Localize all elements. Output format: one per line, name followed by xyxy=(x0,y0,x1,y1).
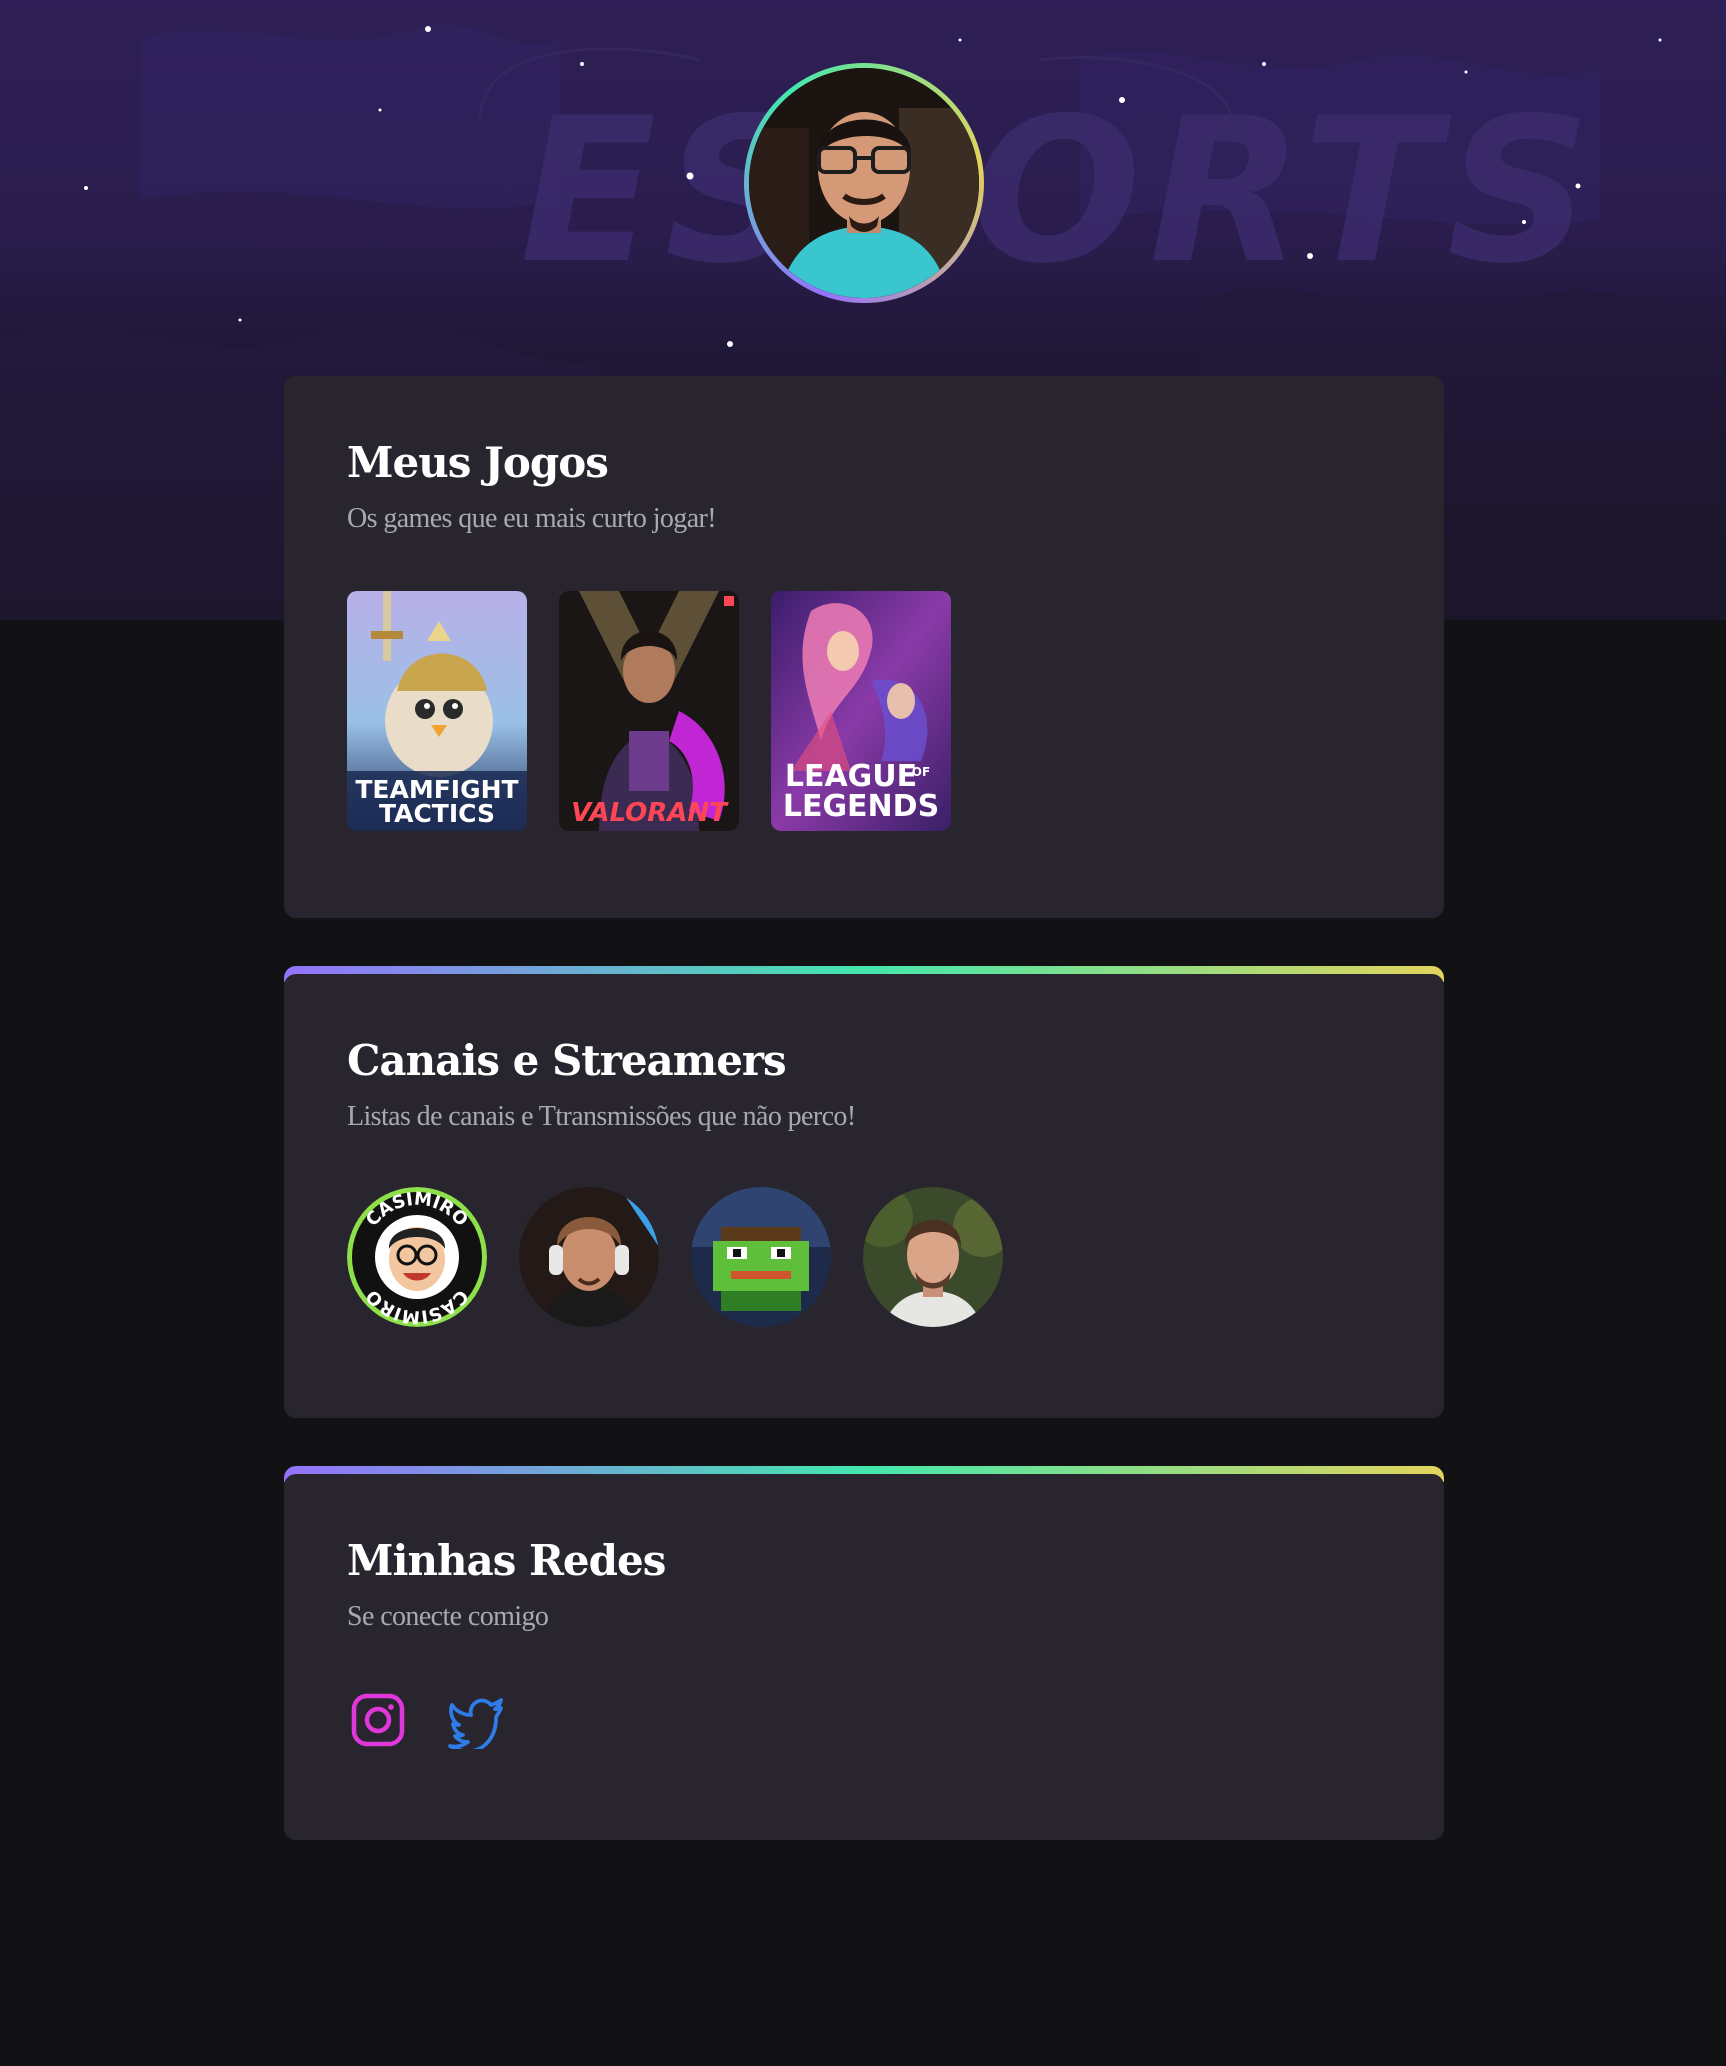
svg-text:LEGENDS: LEGENDS xyxy=(783,789,939,824)
social-links xyxy=(347,1691,1381,1749)
twitter-link[interactable] xyxy=(447,1691,505,1749)
profile-avatar xyxy=(744,63,984,303)
esports-watermark: ESPORTS xyxy=(520,75,1599,308)
social-title: Minhas Redes xyxy=(347,1536,666,1585)
svg-text:OF: OF xyxy=(912,765,930,779)
twitter-icon xyxy=(448,1698,503,1749)
streamers-list: CASIMIRO CASIMIRO xyxy=(347,1187,1381,1327)
streamer-frog[interactable] xyxy=(691,1187,831,1327)
casimiro-logo-icon: CASIMIRO CASIMIRO xyxy=(347,1187,487,1327)
channels-title: Canais e Streamers xyxy=(347,1036,787,1085)
streamer-headset-icon xyxy=(519,1187,659,1327)
profile-avatar-icon xyxy=(749,68,979,298)
channels-section: Canais e Streamers Listas de canais e Tt… xyxy=(284,966,1444,1418)
social-section: Minhas Redes Se conecte comigo xyxy=(284,1466,1444,1840)
game-valorant[interactable]: VALORANT xyxy=(559,591,739,831)
teamfight-tactics-icon: TEAMFIGHT TACTICS xyxy=(347,591,527,831)
games-section: Meus Jogos Os games que eu mais curto jo… xyxy=(284,368,1444,918)
streamer-headset-portrait[interactable] xyxy=(519,1187,659,1327)
valorant-icon: VALORANT xyxy=(559,591,739,831)
instagram-icon xyxy=(351,1693,405,1747)
streamer-portrait-icon xyxy=(863,1187,1003,1327)
games-title: Meus Jogos xyxy=(347,438,609,487)
svg-text:TACTICS: TACTICS xyxy=(379,799,495,828)
instagram-link[interactable] xyxy=(349,1691,407,1749)
streamer-portrait[interactable] xyxy=(863,1187,1003,1327)
games-list: TEAMFIGHT TACTICS VALORANT LEAGUE OF LEG… xyxy=(347,591,1381,831)
game-teamfight-tactics[interactable]: TEAMFIGHT TACTICS xyxy=(347,591,527,831)
svg-text:VALORANT: VALORANT xyxy=(571,798,729,828)
league-of-legends-icon: LEAGUE OF LEGENDS xyxy=(771,591,951,831)
streamer-frog-icon xyxy=(691,1187,831,1327)
svg-text:ESPORTS: ESPORTS xyxy=(520,75,1599,308)
game-league-of-legends[interactable]: LEAGUE OF LEGENDS xyxy=(771,591,951,831)
social-subtitle: Se conecte comigo xyxy=(347,1601,549,1632)
streamer-casimiro[interactable]: CASIMIRO CASIMIRO xyxy=(347,1187,487,1327)
games-subtitle: Os games que eu mais curto jogar! xyxy=(347,503,717,534)
channels-subtitle: Listas de canais e Ttransmissões que não… xyxy=(347,1101,856,1132)
